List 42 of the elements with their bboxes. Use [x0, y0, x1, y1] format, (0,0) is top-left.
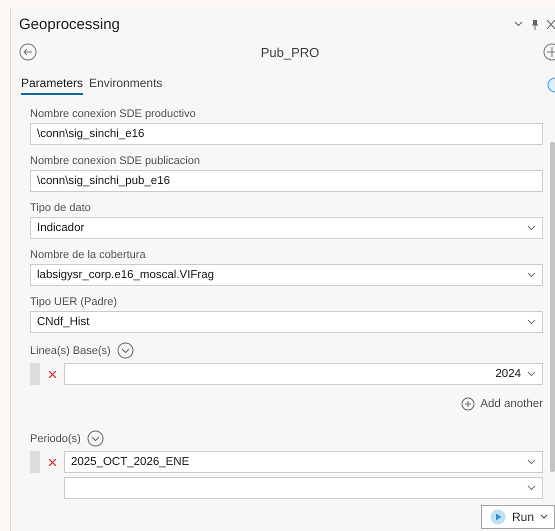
dropdown-field[interactable]: [64, 477, 543, 499]
parameter-label: Nombre conexion SDE productivo: [30, 107, 196, 121]
remove-icon[interactable]: [48, 370, 56, 378]
tool-name: Pub_PRO: [260, 44, 320, 60]
expand-icon[interactable]: [86, 430, 104, 447]
text-field[interactable]: \conn\sig_sinchi_pub_e16: [30, 170, 543, 192]
caret-icon[interactable]: [527, 371, 536, 377]
dropdown-field[interactable]: CNdf_Hist: [30, 311, 543, 333]
add-icon[interactable]: [543, 43, 555, 61]
parameter-label: Tipo de dato: [30, 201, 91, 215]
pin-icon[interactable]: [532, 18, 538, 30]
caret-icon[interactable]: [527, 272, 536, 278]
scrollbar[interactable]: [550, 142, 555, 472]
back-icon[interactable]: [19, 43, 37, 61]
dropdown-icon[interactable]: [514, 21, 523, 27]
remove-icon[interactable]: [48, 458, 56, 466]
caret-icon[interactable]: [527, 459, 536, 465]
add-icon[interactable]: [461, 397, 476, 411]
drag-handle[interactable]: [30, 451, 40, 473]
caret-icon[interactable]: [527, 225, 536, 231]
text-field[interactable]: \conn\sig_sinchi_e16: [30, 123, 543, 145]
caret-icon[interactable]: [527, 319, 536, 325]
dropdown-field[interactable]: 2024: [64, 363, 543, 385]
run-button[interactable]: Run: [480, 505, 555, 529]
close-icon[interactable]: [547, 20, 555, 28]
tab[interactable]: Environments: [89, 76, 162, 94]
parameter-label: Nombre de la cobertura: [30, 248, 146, 262]
pane-title: Geoprocessing: [19, 16, 121, 32]
tab[interactable]: Parameters: [21, 76, 84, 94]
dropdown-field[interactable]: Indicador: [30, 217, 543, 239]
play-icon: [490, 509, 506, 525]
parameter-label: Linea(s) Base(s): [30, 344, 111, 358]
drag-handle[interactable]: [30, 363, 40, 385]
add-another-link[interactable]: Add another: [461, 397, 543, 411]
parameter-label: Nombre conexion SDE publicacion: [30, 154, 200, 168]
dropdown-field[interactable]: labsigysr_corp.e16_moscal.VIFrag: [30, 264, 543, 286]
parameter-label: Tipo UER (Padre): [30, 295, 118, 309]
dropdown-field[interactable]: 2025_OCT_2026_ENE: [64, 451, 543, 473]
caret-icon[interactable]: [527, 485, 536, 491]
parameter-label: Periodo(s): [30, 432, 81, 446]
expand-icon[interactable]: [116, 342, 134, 359]
caret-icon[interactable]: [540, 514, 548, 520]
